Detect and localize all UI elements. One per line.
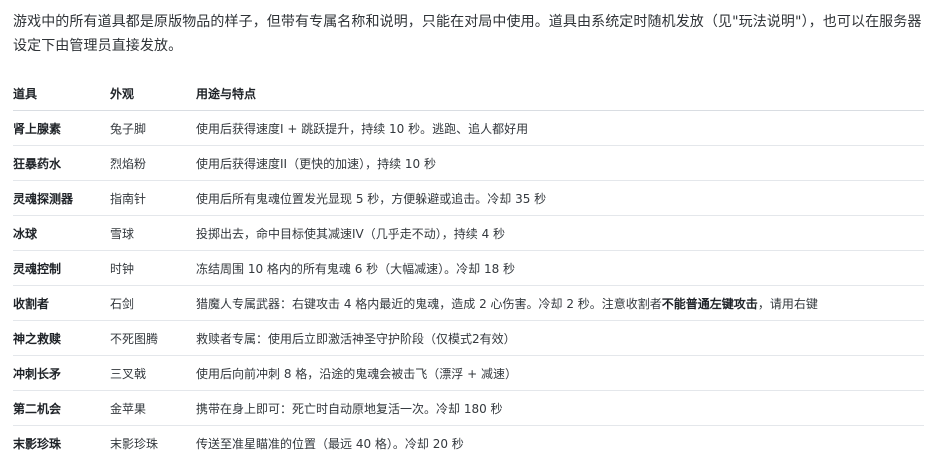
table-row: 神之救赎 不死图腾 救赎者专属：使用后立即激活神圣守护阶段（仅模式2有效） bbox=[13, 320, 924, 356]
item-name: 神之救赎 bbox=[13, 320, 110, 356]
item-description: 使用后所有鬼魂位置发光显现 5 秒，方便躲避或追击。冷却 35 秒 bbox=[196, 180, 924, 216]
item-appearance: 不死图腾 bbox=[110, 320, 196, 356]
item-appearance: 末影珍珠 bbox=[110, 436, 159, 451]
item-appearance: 石剑 bbox=[110, 285, 196, 321]
item-description: 使用后获得速度I + 跳跃提升，持续 10 秒。逃跑、追人都好用 bbox=[196, 110, 924, 146]
document-page: 游戏中的所有道具都是原版物品的样子，但带有专属名称和说明，只能在对局中使用。道具… bbox=[0, 0, 934, 466]
item-appearance: 雪球 bbox=[110, 215, 196, 251]
item-name: 狂暴药水 bbox=[13, 145, 110, 181]
item-name: 灵魂探测器 bbox=[13, 180, 110, 216]
table-row: 肾上腺素 兔子脚 使用后获得速度I + 跳跃提升，持续 10 秒。逃跑、追人都好… bbox=[13, 110, 924, 146]
item-name: 肾上腺素 bbox=[13, 110, 110, 146]
item-appearance: 金苹果 bbox=[110, 390, 196, 426]
item-description: 使用后向前冲刺 8 格，沿途的鬼魂会被击飞（漂浮 + 减速） bbox=[196, 355, 924, 391]
item-description: 救赎者专属：使用后立即激活神圣守护阶段（仅模式2有效） bbox=[196, 320, 924, 356]
item-description: 投掷出去，命中目标使其减速IV（几乎走不动），持续 4 秒 bbox=[196, 215, 924, 251]
item-appearance: 烈焰粉 bbox=[110, 145, 196, 181]
table-row: 狂暴药水 烈焰粉 使用后获得速度II（更快的加速），持续 10 秒 bbox=[13, 145, 924, 181]
table-row: 灵魂探测器 指南针 使用后所有鬼魂位置发光显现 5 秒，方便躲避或追击。冷却 3… bbox=[13, 180, 924, 216]
table-row: 冲刺长矛 三叉戟 使用后向前冲刺 8 格，沿途的鬼魂会被击飞（漂浮 + 减速） bbox=[13, 355, 924, 391]
table-row: 第二机会 金苹果 携带在身上即可：死亡时自动原地复活一次。冷却 180 秒 bbox=[13, 390, 924, 426]
description-text: 猎魔人专属武器：右键攻击 4 格内最近的鬼魂，造成 2 心伤害。冷却 2 秒。注… bbox=[196, 296, 662, 311]
table-row: 冰球 雪球 投掷出去，命中目标使其减速IV（几乎走不动），持续 4 秒 bbox=[13, 215, 924, 251]
header-item: 道具 bbox=[13, 77, 110, 111]
items-table: 道具 外观 用途与特点 肾上腺素 兔子脚 使用后获得速度I + 跳跃提升，持续 … bbox=[13, 77, 924, 460]
item-description: 携带在身上即可：死亡时自动原地复活一次。冷却 180 秒 bbox=[196, 390, 924, 426]
item-appearance: 三叉戟 bbox=[110, 355, 196, 391]
table-header-row: 道具 外观 用途与特点 bbox=[13, 77, 924, 111]
item-description: 猎魔人专属武器：右键攻击 4 格内最近的鬼魂，造成 2 心伤害。冷却 2 秒。注… bbox=[196, 285, 924, 321]
intro-paragraph: 游戏中的所有道具都是原版物品的样子，但带有专属名称和说明，只能在对局中使用。道具… bbox=[13, 14, 922, 54]
item-name: 冰球 bbox=[13, 215, 110, 251]
header-appearance: 外观 bbox=[110, 77, 196, 111]
description-emphasis: 不能普通左键攻击 bbox=[661, 296, 758, 311]
item-name: 收割者 bbox=[13, 285, 110, 321]
table-row: 末影珍珠 末影珍珠 传送至准星瞄准的位置（最远 40 格）。冷却 20 秒 bbox=[13, 426, 924, 461]
header-usage: 用途与特点 bbox=[196, 77, 924, 111]
item-appearance: 兔子脚 bbox=[110, 110, 196, 146]
item-appearance: 指南针 bbox=[110, 180, 196, 216]
description-text: ，请用右键 bbox=[757, 296, 818, 311]
item-description: 传送至准星瞄准的位置（最远 40 格）。冷却 20 秒 bbox=[196, 436, 464, 451]
item-appearance: 时钟 bbox=[110, 250, 196, 286]
item-description: 使用后获得速度II（更快的加速），持续 10 秒 bbox=[196, 145, 924, 181]
item-name: 末影珍珠 bbox=[13, 436, 62, 451]
item-name: 冲刺长矛 bbox=[13, 355, 110, 391]
item-name: 灵魂控制 bbox=[13, 250, 110, 286]
table-row: 收割者 石剑 猎魔人专属武器：右键攻击 4 格内最近的鬼魂，造成 2 心伤害。冷… bbox=[13, 285, 924, 321]
table-row: 灵魂控制 时钟 冻结周围 10 格内的所有鬼魂 6 秒（大幅减速）。冷却 18 … bbox=[13, 250, 924, 286]
item-name: 第二机会 bbox=[13, 390, 110, 426]
item-description: 冻结周围 10 格内的所有鬼魂 6 秒（大幅减速）。冷却 18 秒 bbox=[196, 250, 924, 286]
